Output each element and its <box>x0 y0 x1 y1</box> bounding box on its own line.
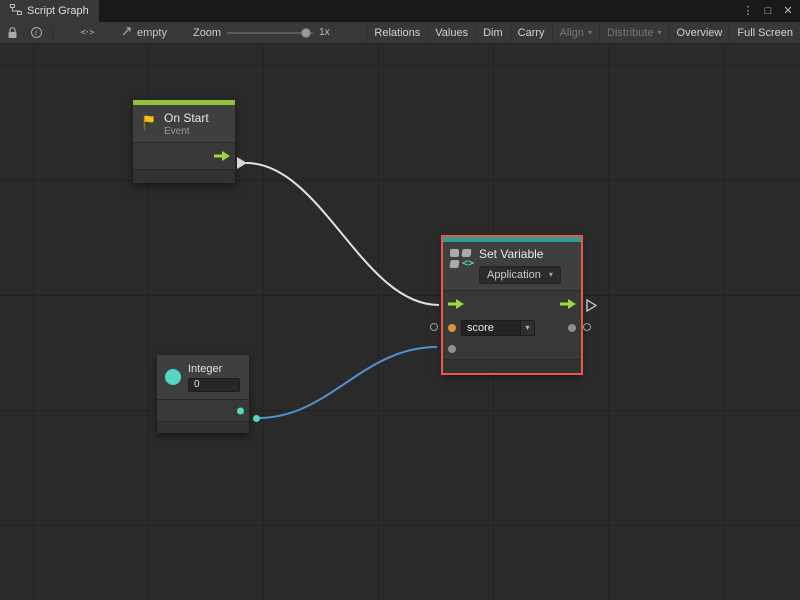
on-start-header[interactable]: On Start Event <box>133 105 235 142</box>
zoom-control: Zoom 1x <box>193 27 330 39</box>
on-start-port-row <box>133 143 235 169</box>
distribute-button[interactable]: Distribute▾ <box>599 22 668 44</box>
set-variable-icon: <> <box>450 249 472 284</box>
integer-output-port[interactable] <box>237 407 244 414</box>
zoom-slider-handle[interactable] <box>301 28 311 38</box>
tab-script-graph[interactable]: Script Graph <box>0 0 99 22</box>
variable-box-icon <box>449 260 459 268</box>
selection-cursor-icon <box>121 25 133 40</box>
set-variable-value-row: score ▾ <box>443 317 581 339</box>
toolbar-separator <box>52 26 53 39</box>
selection-status: empty <box>121 25 167 40</box>
port-hint-ring <box>583 323 591 331</box>
variable-name-dropdown[interactable]: ▾ <box>520 321 534 335</box>
set-variable-flow-row <box>443 291 581 317</box>
lock-icon[interactable] <box>0 22 24 43</box>
node-title: Set Variable <box>479 247 561 261</box>
dim-button[interactable]: Dim <box>475 22 510 44</box>
node-integer[interactable]: Integer 0 <box>157 355 249 433</box>
node-footer <box>133 169 235 183</box>
node-footer <box>157 421 249 433</box>
toolbar-buttons: Relations Values Dim Carry Align▾ Distri… <box>366 22 800 44</box>
flow-output-port[interactable] <box>214 151 230 161</box>
set-variable-header[interactable]: <> Set Variable Application ▾ <box>443 242 581 290</box>
node-title: On Start <box>164 111 209 125</box>
integer-header[interactable]: Integer 0 <box>157 355 249 399</box>
connections-layer <box>0 44 800 600</box>
integer-texts: Integer 0 <box>188 363 240 392</box>
zoom-label: Zoom <box>193 27 221 39</box>
flow-output-port[interactable] <box>560 299 576 309</box>
window-controls: ⋮ □ ✕ <box>740 0 800 22</box>
zoom-value: 1x <box>319 27 330 38</box>
graph-toolbar: i <·> empty Zoom 1x Relations Values Dim… <box>0 22 800 44</box>
integer-port-row <box>157 400 249 421</box>
chevron-down-icon: ▾ <box>658 29 662 37</box>
variable-box-icon <box>450 249 459 257</box>
variable-scope-dropdown[interactable]: Application ▾ <box>479 266 561 284</box>
flow-continuation-triangle <box>586 299 597 315</box>
window-tab-bar: Script Graph ⋮ □ ✕ <box>0 0 800 22</box>
zoom-slider[interactable] <box>227 32 313 34</box>
scope-value: Application <box>487 269 541 281</box>
chevron-down-icon: ▾ <box>549 271 553 279</box>
carry-button[interactable]: Carry <box>510 22 552 44</box>
flow-connection-onstart-setvariable[interactable] <box>246 163 439 305</box>
variable-box-icon <box>461 249 471 257</box>
node-on-start[interactable]: On Start Event <box>133 100 235 183</box>
variable-name-field[interactable]: score ▾ <box>461 320 535 336</box>
value-output-port[interactable] <box>568 324 576 332</box>
script-graph-icon <box>10 4 22 18</box>
window-menu-button[interactable]: ⋮ <box>740 3 756 19</box>
node-set-variable[interactable]: <> Set Variable Application ▾ score <box>443 237 581 373</box>
on-start-texts: On Start Event <box>164 111 209 137</box>
integer-value-field[interactable]: 0 <box>188 378 240 392</box>
selection-label: empty <box>137 27 167 39</box>
align-button[interactable]: Align▾ <box>552 22 599 44</box>
set-variable-extra-row <box>443 339 581 359</box>
chevron-down-icon: ▾ <box>525 324 529 332</box>
value-input-port[interactable] <box>448 324 456 332</box>
relations-button[interactable]: Relations <box>366 22 427 44</box>
node-title: Integer <box>188 363 240 375</box>
variable-name-value[interactable]: score <box>462 321 520 335</box>
set-variable-texts: Set Variable Application ▾ <box>479 247 561 284</box>
integer-type-icon <box>165 369 181 385</box>
code-preview-icon[interactable]: <·> <box>75 22 99 43</box>
overview-button[interactable]: Overview <box>669 22 730 44</box>
flow-input-port[interactable] <box>448 299 464 309</box>
node-footer <box>443 359 581 373</box>
flow-connector-triangle <box>237 157 247 169</box>
flag-icon <box>141 114 157 134</box>
window-close-button[interactable]: ✕ <box>780 3 796 19</box>
value-connection-integer-setvariable[interactable] <box>258 347 437 418</box>
info-icon[interactable]: i <box>24 22 48 43</box>
fullscreen-button[interactable]: Full Screen <box>729 22 800 44</box>
chevron-down-icon: ▾ <box>588 29 592 37</box>
port-hint-ring <box>430 323 438 331</box>
tab-title: Script Graph <box>27 5 89 17</box>
code-brackets-icon: <> <box>462 260 472 269</box>
values-button[interactable]: Values <box>427 22 475 44</box>
window-maximize-button[interactable]: □ <box>760 3 776 19</box>
node-subtitle: Event <box>164 126 209 137</box>
fallback-input-port[interactable] <box>448 345 456 353</box>
connection-endpoint-dot <box>253 415 260 422</box>
graph-canvas[interactable]: On Start Event <> Set Variable <box>0 44 800 600</box>
